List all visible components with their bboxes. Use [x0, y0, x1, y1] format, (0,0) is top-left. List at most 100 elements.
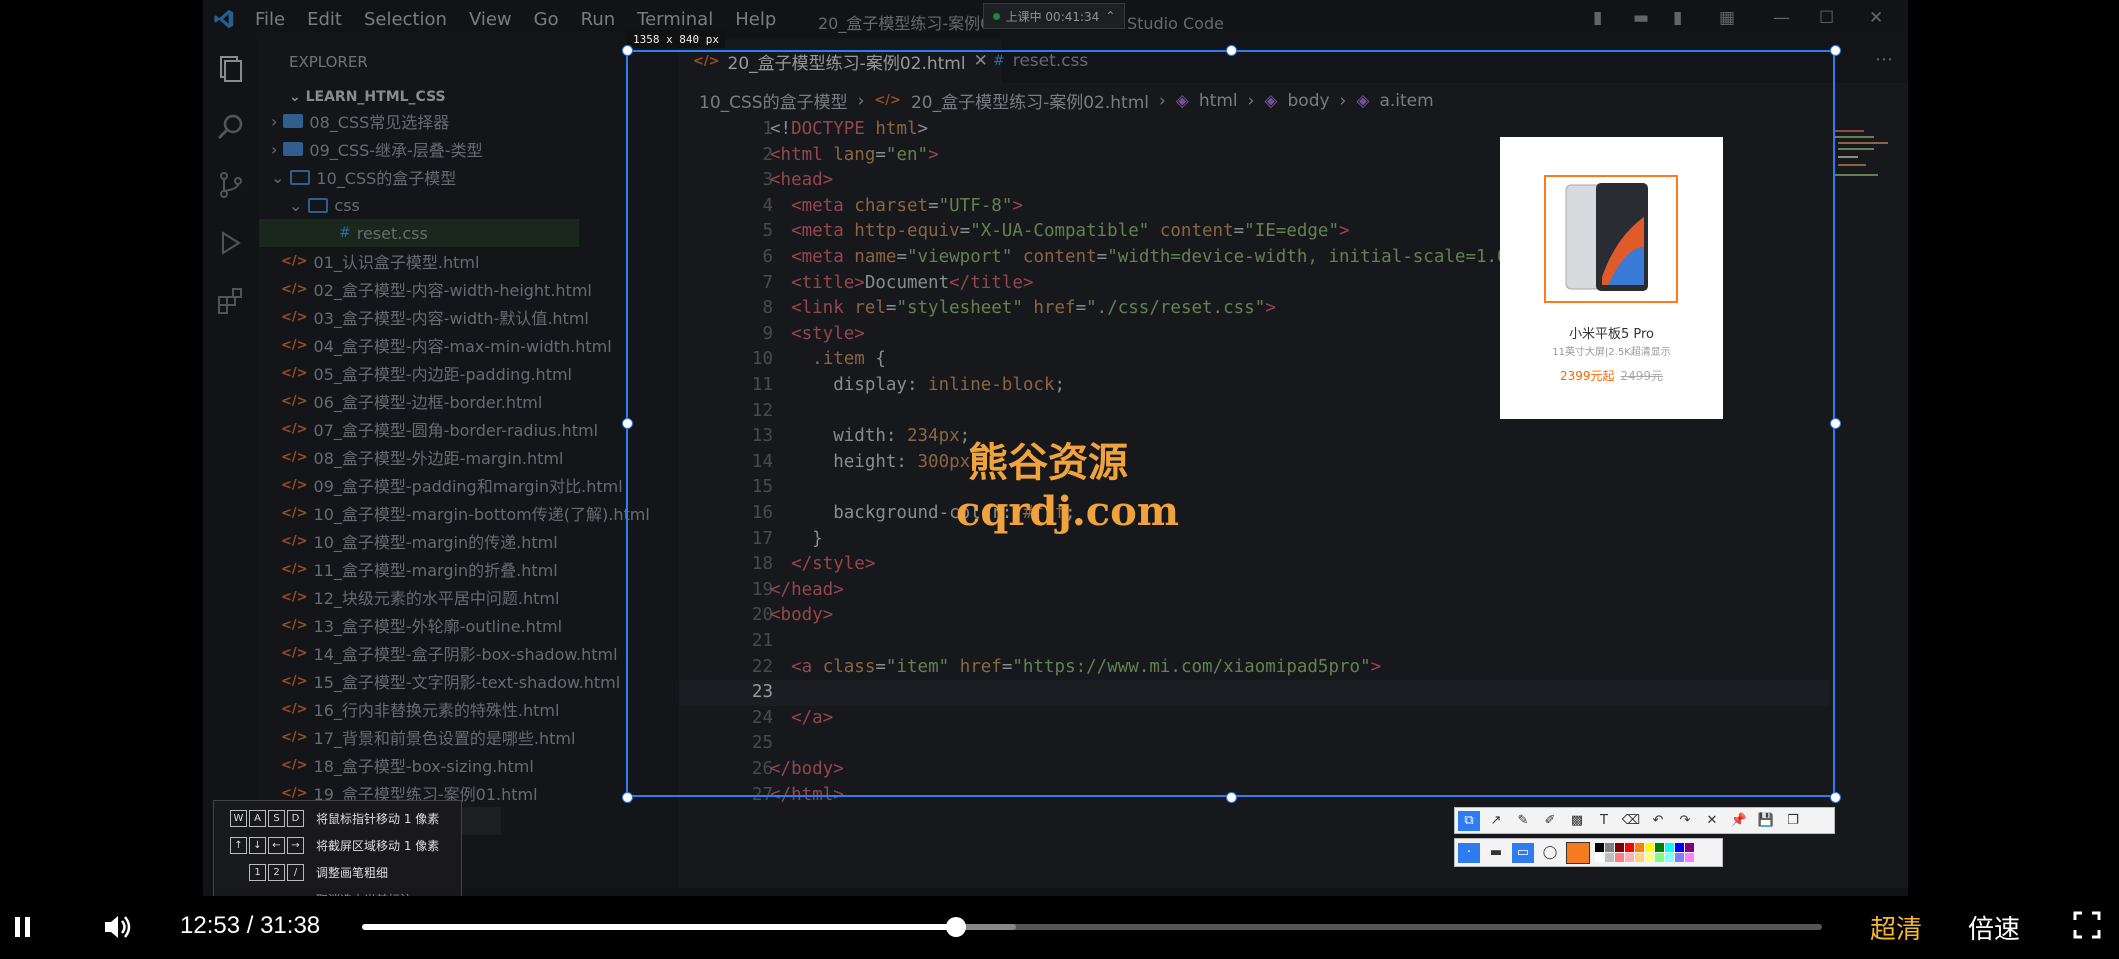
- resize-handle-ne[interactable]: [1830, 45, 1841, 56]
- close-window-icon[interactable]: ✕: [1869, 8, 1883, 28]
- layout-sidebar-icon[interactable]: ▮: [1593, 8, 1602, 28]
- workspace-root[interactable]: ⌄ LEARN_HTML_CSS: [289, 89, 446, 105]
- code-line[interactable]: 27 </html>: [679, 783, 1829, 809]
- eraser-tool-icon[interactable]: ⌫: [1620, 811, 1642, 831]
- resize-handle-n[interactable]: [1226, 45, 1237, 56]
- undo-icon[interactable]: ↶: [1647, 811, 1669, 831]
- recording-indicator[interactable]: 上课中 00:41:34 ⌃: [983, 3, 1125, 29]
- color-swatch[interactable]: [1605, 853, 1614, 862]
- menu-item-edit[interactable]: Edit: [307, 9, 342, 30]
- menu-item-file[interactable]: File: [255, 9, 285, 30]
- menu-item-terminal[interactable]: Terminal: [637, 9, 713, 30]
- file-item[interactable]: </> 04_盒子模型-内容-max-min-width.html: [281, 331, 612, 359]
- resize-handle-nw[interactable]: [622, 45, 633, 56]
- search-icon[interactable]: [215, 111, 247, 143]
- save-icon[interactable]: 💾: [1755, 811, 1777, 831]
- color-palette[interactable]: [1595, 843, 1694, 862]
- pin-icon[interactable]: 📌: [1728, 811, 1750, 831]
- volume-icon[interactable]: [100, 910, 134, 944]
- file-item[interactable]: </> 18_盒子模型-box-sizing.html: [281, 751, 534, 779]
- breadcrumb-body[interactable]: body: [1288, 91, 1330, 111]
- code-line[interactable]: 24 </a>: [679, 706, 1829, 732]
- color-swatch[interactable]: [1605, 843, 1614, 852]
- fullscreen-icon[interactable]: [2072, 910, 2102, 940]
- code-line[interactable]: 21: [679, 629, 1829, 655]
- file-item[interactable]: </> 16_行内非替换元素的特殊性.html: [281, 695, 559, 723]
- color-swatch[interactable]: [1665, 853, 1674, 862]
- rect-outline-icon[interactable]: ▭: [1512, 842, 1534, 863]
- color-swatch[interactable]: [1675, 853, 1684, 862]
- select-tool-icon[interactable]: ⧉: [1458, 810, 1480, 831]
- file-item[interactable]: </> 09_盒子模型-padding和margin对比.html: [281, 471, 623, 499]
- speed-button[interactable]: 倍速: [1968, 909, 2020, 946]
- menu-item-help[interactable]: Help: [735, 9, 776, 30]
- seek-bar[interactable]: [362, 917, 1822, 937]
- code-line[interactable]: 26 </body>: [679, 757, 1829, 783]
- customize-layout-icon[interactable]: ▦: [1719, 8, 1735, 28]
- file-item[interactable]: </> 03_盒子模型-内容-width-默认值.html: [281, 303, 589, 331]
- source-control-icon[interactable]: [215, 169, 247, 201]
- code-line[interactable]: 15: [679, 475, 1829, 501]
- menu-item-view[interactable]: View: [469, 9, 512, 30]
- minimap[interactable]: [1830, 124, 1894, 194]
- code-line[interactable]: 25: [679, 731, 1829, 757]
- code-line[interactable]: 16 background-color: #fff;: [679, 501, 1829, 527]
- resize-handle-w[interactable]: [622, 418, 633, 429]
- run-debug-icon[interactable]: [215, 227, 247, 259]
- more-actions-icon[interactable]: ⋯: [1875, 49, 1893, 70]
- mosaic-tool-icon[interactable]: ▩: [1566, 811, 1588, 831]
- color-swatch[interactable]: [1625, 843, 1634, 852]
- marker-tool-icon[interactable]: ✐: [1539, 811, 1561, 831]
- menu-item-run[interactable]: Run: [581, 9, 616, 30]
- file-item[interactable]: </> 07_盒子模型-圆角-border-radius.html: [281, 415, 598, 443]
- color-swatch[interactable]: [1665, 843, 1674, 852]
- thin-line-icon[interactable]: ·: [1458, 842, 1480, 863]
- file-item[interactable]: </> 02_盒子模型-内容-width-height.html: [281, 275, 592, 303]
- explorer-icon[interactable]: [215, 53, 247, 85]
- tab-active-html[interactable]: </> 20_盒子模型练习-案例02.html ✕: [679, 39, 1002, 83]
- file-item[interactable]: </> 12_块级元素的水平居中问题.html: [281, 583, 559, 611]
- extensions-icon[interactable]: [215, 285, 247, 317]
- color-swatch[interactable]: [1655, 843, 1664, 852]
- pen-tool-icon[interactable]: ✎: [1512, 811, 1534, 831]
- code-line[interactable]: 22 <a class="item" href="https://www.mi.…: [679, 655, 1829, 681]
- code-line[interactable]: 14 height: 300px;: [679, 450, 1829, 476]
- color-swatch[interactable]: [1685, 853, 1694, 862]
- color-swatch[interactable]: [1595, 853, 1604, 862]
- color-swatch[interactable]: [1675, 843, 1684, 852]
- color-swatch[interactable]: [1635, 853, 1644, 862]
- folder-10[interactable]: ⌄ 10_CSS的盒子模型: [271, 163, 456, 191]
- code-line[interactable]: 18 </style>: [679, 552, 1829, 578]
- layout-secondary-icon[interactable]: ▮: [1673, 8, 1682, 28]
- breadcrumb-file[interactable]: 20_盒子模型练习-案例02.html: [911, 88, 1149, 113]
- color-swatch[interactable]: [1655, 853, 1664, 862]
- code-line[interactable]: 20 <body>: [679, 603, 1829, 629]
- color-swatch[interactable]: [1645, 853, 1654, 862]
- color-swatch[interactable]: [1685, 843, 1694, 852]
- file-item[interactable]: </> 15_盒子模型-文字阴影-text-shadow.html: [281, 667, 620, 695]
- tab-reset-css[interactable]: # reset.css: [979, 39, 1102, 83]
- color-swatch[interactable]: [1615, 843, 1624, 852]
- copy-icon[interactable]: ❐: [1782, 811, 1804, 831]
- file-item[interactable]: </> 06_盒子模型-边框-border.html: [281, 387, 542, 415]
- file-item[interactable]: </> 05_盒子模型-内边距-padding.html: [281, 359, 572, 387]
- file-reset-css[interactable]: # reset.css: [259, 219, 579, 247]
- minimize-icon[interactable]: —: [1773, 8, 1790, 28]
- quality-button[interactable]: 超清: [1870, 909, 1922, 946]
- breadcrumb-html[interactable]: html: [1199, 91, 1238, 111]
- code-line[interactable]: 23: [679, 680, 1829, 706]
- current-color-icon[interactable]: [1566, 841, 1590, 864]
- file-item[interactable]: </> 17_背景和前景色设置的是哪些.html: [281, 723, 575, 751]
- resize-handle-e[interactable]: [1830, 418, 1841, 429]
- cancel-icon[interactable]: ✕: [1701, 811, 1723, 831]
- file-item[interactable]: </> 13_盒子模型-外轮廓-outline.html: [281, 611, 562, 639]
- file-item[interactable]: </> 11_盒子模型-margin的折叠.html: [281, 555, 558, 583]
- breadcrumb-a-item[interactable]: a.item: [1379, 91, 1433, 111]
- resize-handle-se[interactable]: [1830, 792, 1841, 803]
- seek-knob[interactable]: [946, 917, 967, 937]
- file-item[interactable]: </> 08_盒子模型-外边距-margin.html: [281, 443, 563, 471]
- color-swatch[interactable]: [1595, 843, 1604, 852]
- filled-rect-icon[interactable]: ▬: [1485, 843, 1507, 863]
- maximize-icon[interactable]: ☐: [1819, 8, 1834, 28]
- file-item[interactable]: </> 01_认识盒子模型.html: [281, 247, 479, 275]
